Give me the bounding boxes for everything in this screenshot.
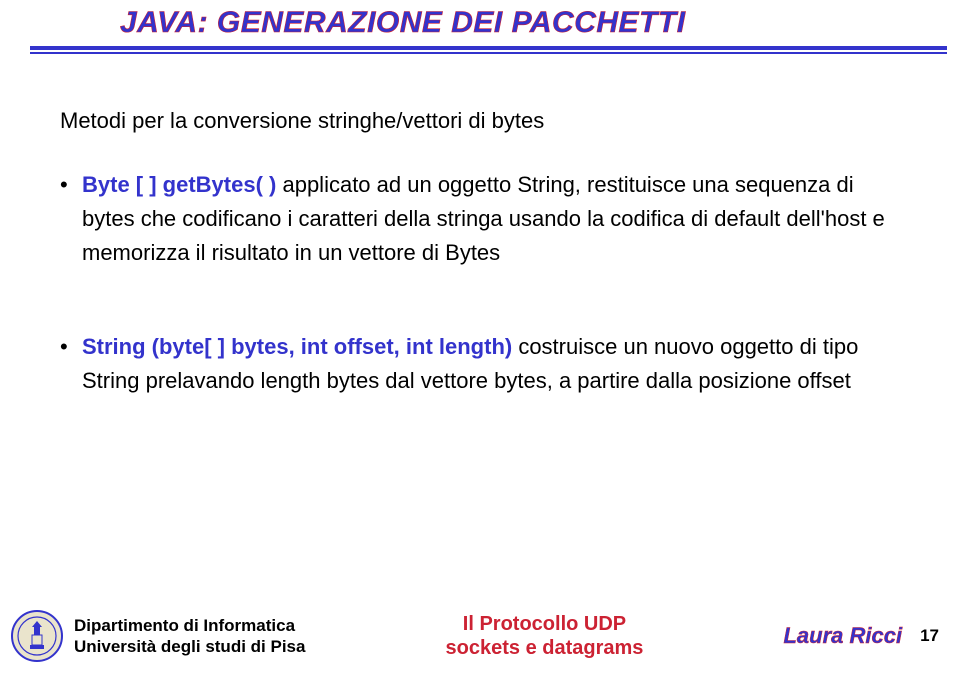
slide-body: Metodi per la conversione stringhe/vetto… xyxy=(0,54,959,399)
keyword: String (byte[ ] bytes, int offset, int l… xyxy=(82,334,512,359)
list-item: String (byte[ ] bytes, int offset, int l… xyxy=(60,330,899,398)
dept-line1: Dipartimento di Informatica xyxy=(74,615,305,636)
dept-line2: Università degli studi di Pisa xyxy=(74,636,305,657)
center-line1: Il Protocollo UDP xyxy=(305,612,783,636)
author-name: Laura Ricci xyxy=(783,623,902,649)
keyword: Byte [ ] getBytes( ) xyxy=(82,172,276,197)
title-rule-thick xyxy=(30,46,947,50)
footer-center: Il Protocollo UDP sockets e datagrams xyxy=(305,612,783,660)
bullet-list: Byte [ ] getBytes( ) applicato ad un ogg… xyxy=(60,168,899,398)
slide-title: JAVA: GENERAZIONE DEI PACCHETTI xyxy=(120,6,919,40)
footer: Dipartimento di Informatica Università d… xyxy=(0,594,959,684)
intro-text: Metodi per la conversione stringhe/vetto… xyxy=(60,104,899,138)
university-logo-icon xyxy=(10,609,64,663)
center-line2: sockets e datagrams xyxy=(305,636,783,660)
list-item: Byte [ ] getBytes( ) applicato ad un ogg… xyxy=(60,168,899,270)
page-number: 17 xyxy=(920,626,939,646)
department-block: Dipartimento di Informatica Università d… xyxy=(74,615,305,658)
